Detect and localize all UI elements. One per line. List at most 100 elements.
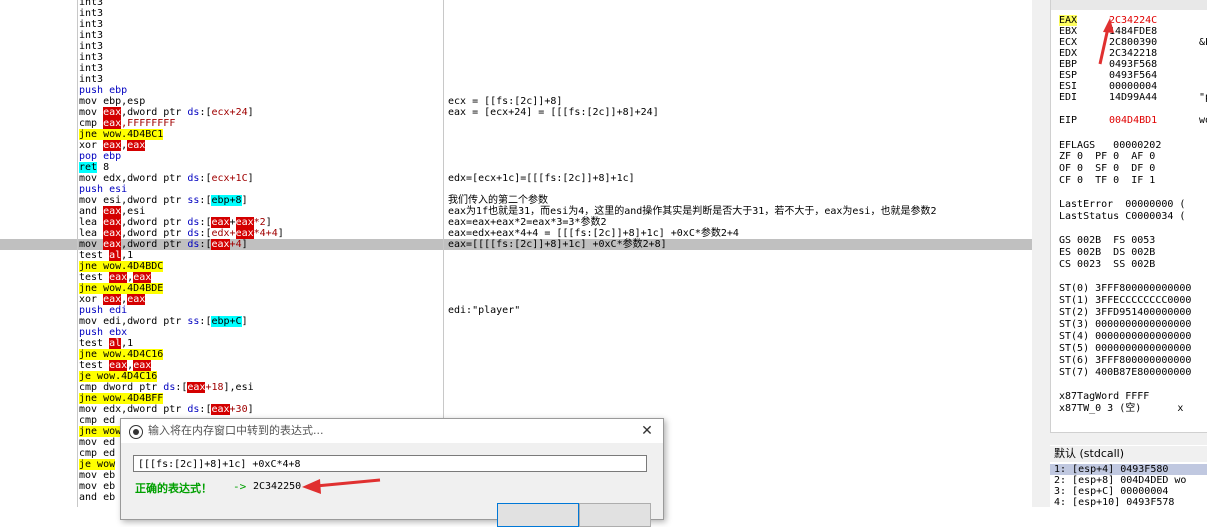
register-eip[interactable]: EIP 004D4BD1 wow — [1059, 115, 1207, 127]
call-argument-row[interactable]: 2: [esp+8] 004D4DED wo — [1054, 475, 1186, 486]
disasm-row[interactable]: lea eax,dword ptr ds:[edx+eax*4+4] eax=ed… — [0, 228, 1032, 239]
disasm-row[interactable]: int3 — [0, 63, 1032, 74]
disasm-row[interactable]: mov edx,dword ptr ds:[ecx+1C] edx=[ecx+1c… — [0, 173, 1032, 184]
instruction: int3 — [79, 74, 103, 85]
fpu-register-row[interactable]: ST(4) 0000000000000000 — [1059, 331, 1191, 343]
disasm-row[interactable]: push edi edi:"player" — [0, 305, 1032, 316]
disasm-row[interactable]: cmp eax,FFFFFFFF — [0, 118, 1032, 129]
segment-row[interactable]: GS 002B FS 0053 — [1059, 235, 1155, 247]
disasm-row[interactable]: int3 — [0, 74, 1032, 85]
disasm-row[interactable]: and eax,esi eax为1f也就是31，而esi为4，这里的and操作其实… — [0, 206, 1032, 217]
instruction-token: ds — [187, 228, 200, 239]
disasm-row[interactable]: xor eax,eax — [0, 294, 1032, 305]
instruction-token: mov — [79, 239, 104, 250]
disasm-row[interactable]: lea eax,dword ptr ds:[eax+eax*2] eax=eax+… — [0, 217, 1032, 228]
fpu-register-row[interactable]: ST(7) 400B87E800000000 — [1059, 367, 1191, 379]
flags-row[interactable]: ZF 0 PF 0 AF 0 — [1059, 151, 1155, 163]
disasm-row[interactable]: push ebx — [0, 327, 1032, 338]
disasm-row[interactable]: mov eax,dword ptr ds:[eax+4] eax=[[[[fs:[… — [0, 239, 1032, 250]
disasm-row[interactable]: int3 — [0, 52, 1032, 63]
flags-row[interactable]: OF 0 SF 0 DF 0 — [1059, 163, 1155, 175]
register-annotation: wow — [1199, 115, 1207, 126]
registers-scrollbar[interactable] — [1050, 432, 1207, 445]
fpu-register-row[interactable]: ST(5) 0000000000000000 — [1059, 343, 1191, 355]
calling-convention-header[interactable]: 默认 (stdcall) — [1050, 446, 1207, 462]
x87-row[interactable]: x87TW_0 3 (空) x — [1059, 403, 1183, 415]
instruction-token: +18 — [205, 382, 224, 393]
x87-row[interactable]: x87TagWord FFFF — [1059, 391, 1149, 403]
registers-pane[interactable]: EAX2C34224CEBX1484FDE8ECX2C800390&L'EDX2… — [1050, 0, 1207, 432]
instruction: xor eax,eax — [79, 294, 146, 305]
instruction-token: :[ — [199, 228, 212, 239]
segment-row[interactable]: CS 0023 SS 002B — [1059, 259, 1155, 271]
instruction: lea eax,dword ptr ds:[eax+eax*2] — [79, 217, 272, 228]
disasm-row[interactable]: int3 — [0, 19, 1032, 30]
disasm-row[interactable]: cmp dword ptr ds:[eax+18],esi — [0, 382, 1032, 393]
disasm-row[interactable]: jne wow.4D4BFF — [0, 393, 1032, 404]
instruction: mov eax,dword ptr ds:[ecx+24] — [79, 107, 254, 118]
instruction-token: ds — [163, 382, 176, 393]
disasm-row[interactable]: test eax,eax — [0, 272, 1032, 283]
segment-row[interactable]: ES 002B DS 002B — [1059, 247, 1155, 259]
instruction: mov eb — [79, 481, 115, 492]
disasm-row[interactable]: test al,1 — [0, 250, 1032, 261]
instruction-token: ] — [247, 404, 254, 415]
register-edi[interactable]: EDI 14D99A44 "pl — [1059, 92, 1207, 104]
disasm-row[interactable]: jne wow.4D4BDE — [0, 283, 1032, 294]
disasm-row[interactable]: ret 8 — [0, 162, 1032, 173]
call-argument-row[interactable]: 4: [esp+10] 0493F578 — [1054, 497, 1174, 507]
instruction-token: lea — [79, 217, 104, 228]
instruction-token: eax — [133, 272, 152, 283]
disasm-row[interactable]: mov ebp,esp ecx = [[fs:[2c]]+8] — [0, 96, 1032, 107]
comment: eax=[[[[fs:[2c]]+8]+1c] +0xC*参数2+8] — [448, 239, 667, 250]
disasm-row[interactable]: mov esi,dword ptr ss:[ebp+8] 我们传入的第二个参数 — [0, 195, 1032, 206]
fpu-register-row[interactable]: ST(1) 3FFECCCCCCCC0000 — [1059, 295, 1191, 307]
disasm-row[interactable]: jne wow.4D4BC1 — [0, 129, 1032, 140]
call-argument-row[interactable]: 1: [esp+4] 0493F580 — [1050, 464, 1207, 475]
close-icon[interactable]: ✕ — [637, 419, 657, 443]
fpu-register-row[interactable]: ST(2) 3FFD951400000000 — [1059, 307, 1191, 319]
instruction-token: push ebx — [79, 327, 128, 338]
instruction-token: je wow — [79, 459, 116, 470]
instruction-token: eax — [235, 228, 254, 239]
disasm-row[interactable]: jne wow.4D4BDC — [0, 261, 1032, 272]
disasm-row[interactable]: int3 — [0, 8, 1032, 19]
pane-splitter[interactable] — [1032, 0, 1050, 507]
instruction-token: eax — [103, 294, 122, 305]
fpu-register-row[interactable]: ST(3) 0000000000000000 — [1059, 319, 1191, 331]
fpu-register-row[interactable]: ST(0) 3FFF800000000000 — [1059, 283, 1191, 295]
instruction-token: :[ — [199, 195, 212, 206]
instruction-token: eax — [103, 228, 122, 239]
last-error-row[interactable]: LastStatus C0000034 ( — [1059, 211, 1185, 223]
disasm-row[interactable]: pop ebp — [0, 151, 1032, 162]
fpu-register-row[interactable]: ST(6) 3FFF800000000000 — [1059, 355, 1191, 367]
flags-row[interactable]: CF 0 TF 0 IF 1 — [1059, 175, 1155, 187]
call-argument-row[interactable]: 3: [esp+C] 00000004 — [1054, 486, 1168, 497]
disasm-row[interactable]: push ebp — [0, 85, 1032, 96]
disasm-row[interactable]: mov edx,dword ptr ds:[eax+30] — [0, 404, 1032, 415]
disasm-row[interactable]: mov edi,dword ptr ss:[ebp+C] — [0, 316, 1032, 327]
instruction-token: cmp — [79, 118, 104, 129]
instruction: push ebx — [79, 327, 127, 338]
instruction-token: eax — [103, 239, 122, 250]
disasm-row[interactable]: int3 — [0, 41, 1032, 52]
disasm-row[interactable]: mov eax,dword ptr ds:[ecx+24] eax = [ecx+… — [0, 107, 1032, 118]
instruction-token: eax — [103, 107, 122, 118]
disasm-row[interactable]: test eax,eax — [0, 360, 1032, 371]
call-arguments-list[interactable]: 1: [esp+4] 0493F580 2: [esp+8] 004D4DED w… — [1050, 463, 1207, 507]
disasm-row[interactable]: int3 — [0, 30, 1032, 41]
disasm-row[interactable]: jne wow.4D4C16 — [0, 349, 1032, 360]
instruction-token: push esi — [79, 184, 128, 195]
register-annotation: &L' — [1199, 37, 1207, 48]
disasm-row[interactable]: push esi — [0, 184, 1032, 195]
disasm-row[interactable]: int3 — [0, 0, 1032, 8]
instruction-token: ,dword ptr — [121, 217, 188, 228]
last-error-row[interactable]: LastError 00000000 ( — [1059, 199, 1185, 211]
disasm-row[interactable]: je wow.4D4C16 — [0, 371, 1032, 382]
instruction: test eax,eax — [79, 360, 152, 371]
expression-input[interactable]: [[[fs:[2c]]+8]+1c] +0xC*4+8 — [133, 455, 647, 472]
disasm-row[interactable]: test al,1 — [0, 338, 1032, 349]
disasm-row[interactable]: xor eax,eax — [0, 140, 1032, 151]
instruction: int3 — [79, 52, 103, 63]
instruction-token: cmp ed — [79, 415, 116, 426]
